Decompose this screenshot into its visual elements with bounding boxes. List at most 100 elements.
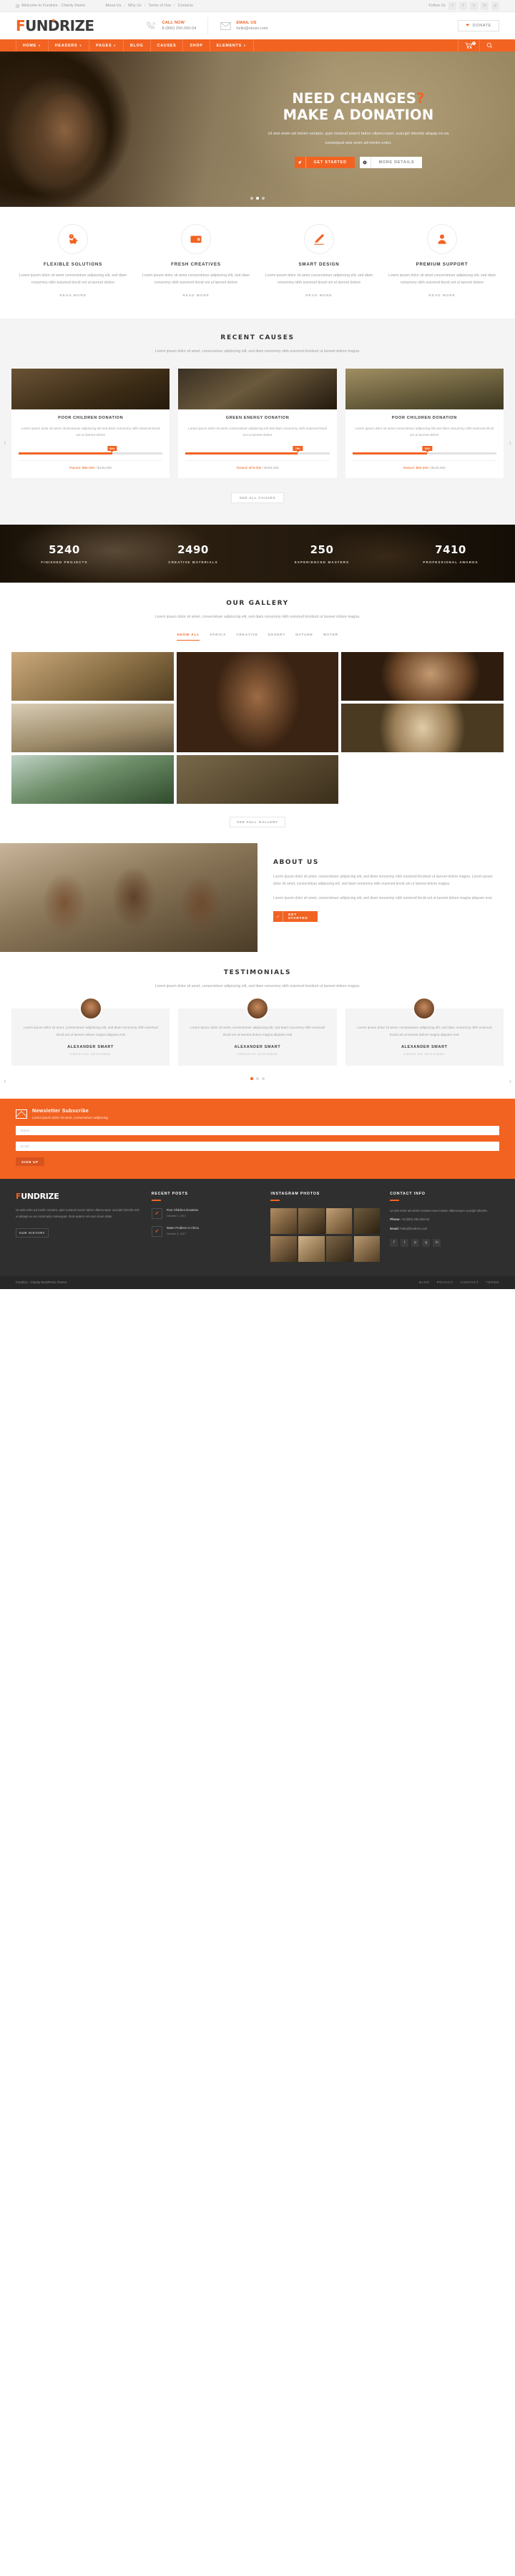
- feature-read-more[interactable]: READ MORE: [182, 294, 209, 298]
- testimonials-next-arrow[interactable]: ›: [509, 1077, 511, 1086]
- logo-rest: UNDRIZE: [25, 17, 94, 34]
- footer-email-label: Email:: [390, 1226, 400, 1230]
- newsletter-signup-button[interactable]: SIGN UP: [16, 1157, 44, 1167]
- cause-card[interactable]: POOR CHILDREN DONATION Lorem ipsum dolor…: [11, 368, 170, 478]
- hero-dot-1[interactable]: [250, 197, 253, 200]
- copyright-link-blog[interactable]: BLOG: [419, 1280, 430, 1284]
- user-support-icon: [427, 224, 457, 254]
- gallery-item[interactable]: [11, 703, 174, 752]
- site-logo[interactable]: FUNDRIZE: [16, 17, 94, 34]
- instagram-photo[interactable]: [270, 1235, 297, 1262]
- google-plus-icon[interactable]: g: [422, 1238, 431, 1247]
- feature-read-more[interactable]: READ MORE: [305, 294, 332, 298]
- testimonial-dot-3[interactable]: [262, 1077, 265, 1081]
- top-link-about[interactable]: About Us: [105, 4, 121, 8]
- nav-item-causes[interactable]: CAUSES: [151, 39, 184, 52]
- pencil-icon-svg: [155, 1229, 159, 1233]
- testimonial-role: CREATIVE DESIGNER: [70, 1052, 112, 1056]
- facebook-icon[interactable]: f: [390, 1238, 398, 1247]
- nav-item-headers[interactable]: HEADERS ▼: [49, 39, 90, 52]
- main-nav: HOME ▼ HEADERS ▼ PAGES ▼ BLOG CAUSES SHO…: [0, 39, 515, 52]
- search-button[interactable]: [479, 39, 499, 52]
- gallery-filter-desert[interactable]: DESERT: [268, 633, 285, 641]
- footer-post-item[interactable]: Water Problem In Africa October 3, 2017: [151, 1225, 261, 1237]
- nav-item-pages[interactable]: PAGES ▼: [89, 39, 124, 52]
- instagram-photo[interactable]: [298, 1207, 325, 1235]
- donate-label: DONATE: [472, 24, 491, 28]
- feature-read-more[interactable]: READ MORE: [428, 294, 455, 298]
- instagram-photo[interactable]: [298, 1235, 325, 1262]
- cause-progress-track: [352, 452, 496, 455]
- gallery-filter-show-all[interactable]: SHOW ALL: [177, 633, 200, 641]
- gallery-filter-water[interactable]: WATER: [323, 633, 338, 641]
- instagram-photo[interactable]: [353, 1235, 381, 1262]
- gallery-item[interactable]: [176, 651, 339, 752]
- cart-button[interactable]: 0: [458, 39, 479, 52]
- hero-dot-2[interactable]: [256, 197, 259, 200]
- top-link-contacts[interactable]: Contacts: [178, 4, 193, 8]
- pinterest-icon[interactable]: p: [491, 1, 499, 10]
- cause-card[interactable]: GREEN ENERGY DONATION Lorem ipsum dolor …: [178, 368, 337, 478]
- footer-contact-info: Ut wisi enim ad minim veniam exerci tati…: [390, 1208, 499, 1232]
- cause-card[interactable]: POOR CHILDREN DONATION Lorem ipsum dolor…: [345, 368, 504, 478]
- causes-prev-arrow[interactable]: ‹: [4, 439, 6, 447]
- instagram-photo[interactable]: [326, 1235, 353, 1262]
- newsletter-email-input[interactable]: Email: [16, 1142, 499, 1152]
- vimeo-icon[interactable]: v: [470, 1, 478, 10]
- nav-item-elements[interactable]: ELEMENTS ▼: [210, 39, 254, 52]
- get-started-button[interactable]: GET STARTED: [294, 156, 355, 168]
- avatar: [79, 997, 102, 1021]
- twitter-icon[interactable]: t: [401, 1238, 409, 1247]
- linkedin-icon[interactable]: in: [433, 1238, 441, 1247]
- newsletter-name-input[interactable]: Name: [16, 1126, 499, 1136]
- testimonial-dot-1[interactable]: [250, 1077, 253, 1081]
- nav-item-home[interactable]: HOME ▼: [16, 39, 49, 52]
- call-now-value: 8 (800) 250-260-04: [162, 26, 197, 31]
- phone-icon: [147, 21, 156, 29]
- copyright-link-terms[interactable]: TERMS: [486, 1280, 499, 1284]
- top-link-terms[interactable]: Terms of Use: [148, 4, 171, 8]
- hero-dot-3[interactable]: [262, 197, 265, 200]
- footer-history-button[interactable]: OUR HISTORY: [16, 1228, 49, 1238]
- gallery-item[interactable]: [11, 754, 174, 804]
- copyright-link-privacy[interactable]: PRIVACY: [437, 1280, 453, 1284]
- pinterest-icon[interactable]: p: [411, 1238, 420, 1247]
- header-email-block[interactable]: EMAIL US hello@ninzio.com: [207, 17, 279, 34]
- linkedin-icon[interactable]: in: [481, 1, 489, 10]
- instagram-photo[interactable]: [270, 1207, 297, 1235]
- footer-post-item[interactable]: Poor Children Donation October 2, 2017: [151, 1207, 261, 1219]
- header-call-block[interactable]: CALL NOW 8 (800) 250-260-04: [134, 17, 207, 34]
- footer-post-title: Poor Children Donation: [166, 1207, 199, 1212]
- feature-read-more[interactable]: READ MORE: [59, 294, 86, 298]
- causes-next-arrow[interactable]: ›: [509, 439, 511, 447]
- top-link-whyus[interactable]: Why Us: [128, 4, 142, 8]
- testimonial-role: CREATIVE DESIGNER: [237, 1052, 278, 1056]
- footer-contact-title: CONTACT INFO: [390, 1192, 426, 1197]
- newsletter-title: Newsletter Subscribe: [32, 1109, 89, 1114]
- instagram-photo[interactable]: [353, 1207, 381, 1235]
- gallery-item[interactable]: [341, 703, 504, 752]
- testimonial-dot-2[interactable]: [256, 1077, 259, 1081]
- more-details-button[interactable]: MORE DETAILS: [359, 156, 423, 168]
- gallery-filter-creative[interactable]: CREATIVE: [236, 633, 258, 641]
- donate-button[interactable]: ❤ DONATE: [458, 20, 499, 31]
- see-full-gallery-button[interactable]: SEE FULL GALLERY: [230, 816, 285, 827]
- testimonials-prev-arrow[interactable]: ‹: [4, 1077, 6, 1086]
- testimonials-subtitle: Lorem ipsum dolor sit amet, consectetuer…: [154, 983, 360, 988]
- instagram-photo[interactable]: [326, 1207, 353, 1235]
- footer-logo[interactable]: FUNDRIZE: [16, 1192, 142, 1201]
- copyright-link-contact[interactable]: CONTACT: [461, 1280, 479, 1284]
- gallery-item[interactable]: [11, 651, 174, 701]
- nav-item-shop[interactable]: SHOP: [183, 39, 210, 52]
- about-get-started-button[interactable]: GET STARTED: [273, 911, 318, 923]
- gallery-item[interactable]: [176, 754, 339, 804]
- gallery-filter-nature[interactable]: NATURE: [295, 633, 313, 641]
- facebook-icon[interactable]: f: [448, 1, 456, 10]
- footer-underline: [270, 1200, 280, 1201]
- see-all-causes-button[interactable]: SEE ALL CAUSES: [231, 492, 284, 503]
- nav-item-blog[interactable]: BLOG: [124, 39, 151, 52]
- counter-number: 250: [310, 543, 334, 556]
- gallery-item[interactable]: [341, 651, 504, 701]
- gallery-filter-africa[interactable]: AFRICA: [210, 633, 226, 641]
- twitter-icon[interactable]: t: [459, 1, 467, 10]
